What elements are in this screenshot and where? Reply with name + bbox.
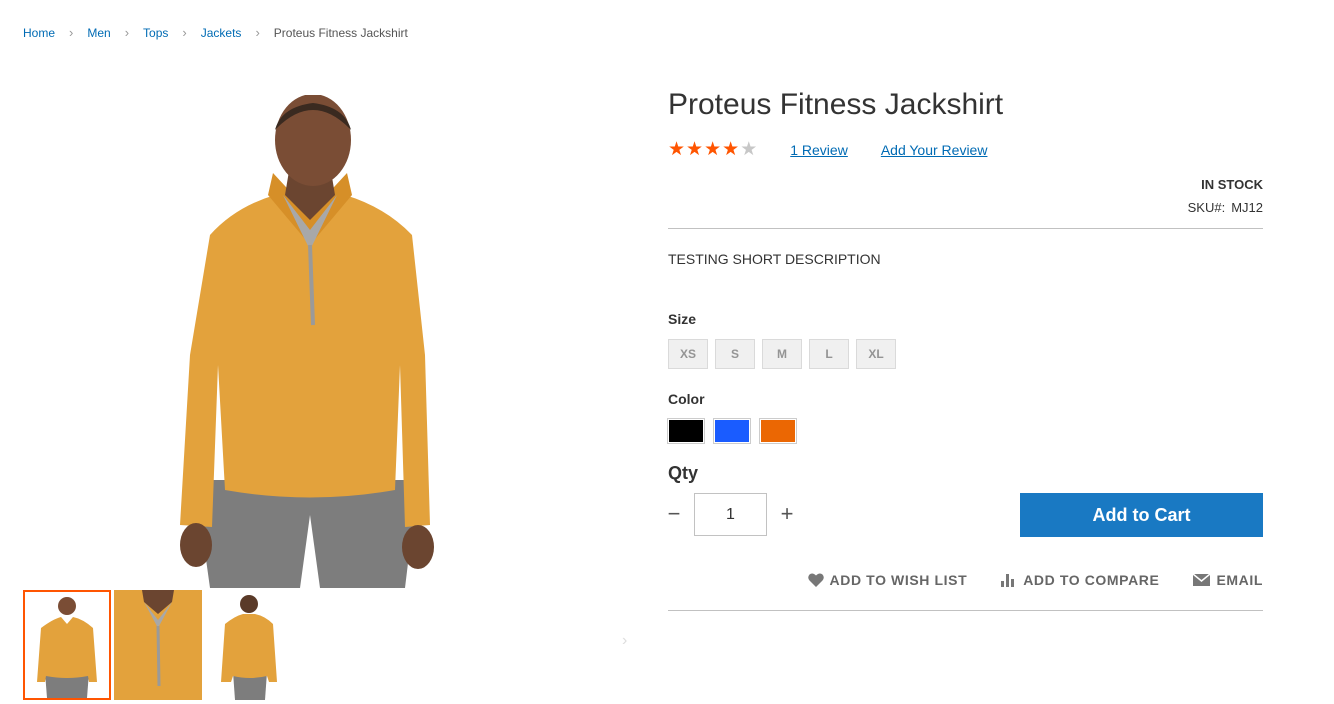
- product-rating: ★ ★ ★ ★ ★ 1 Review Add Your Review: [668, 140, 987, 160]
- star-filled-icon: ★: [704, 139, 722, 160]
- breadcrumb-jackets[interactable]: Jackets: [201, 26, 242, 40]
- size-option-s[interactable]: S: [715, 339, 755, 369]
- breadcrumb-separator-icon: ›: [182, 25, 187, 40]
- color-swatch-blue[interactable]: [713, 418, 751, 444]
- gallery-thumbnail[interactable]: [23, 590, 111, 700]
- color-swatch-black[interactable]: [667, 418, 705, 444]
- color-swatch-orange[interactable]: [759, 418, 797, 444]
- breadcrumb-separator-icon: ›: [255, 25, 260, 40]
- product-sku: SKU#: MJ12: [1188, 200, 1263, 215]
- gallery-thumbnails: [23, 590, 293, 700]
- sku-label: SKU#:: [1187, 200, 1226, 215]
- envelope-icon: [1193, 574, 1211, 586]
- size-options: XS S M L XL: [668, 339, 896, 369]
- size-label: Size: [668, 311, 697, 327]
- wishlist-label: ADD TO WISH LIST: [829, 572, 968, 588]
- add-to-compare-button[interactable]: ADD TO COMPARE: [1001, 572, 1159, 588]
- color-label: Color: [668, 391, 705, 407]
- size-option-l[interactable]: L: [809, 339, 849, 369]
- rating-stars: ★ ★ ★ ★ ★: [668, 140, 757, 160]
- product-title: Proteus Fitness Jackshirt: [668, 88, 1004, 121]
- gallery-next-arrow-icon[interactable]: ›: [622, 632, 627, 650]
- gallery-thumbnail[interactable]: [114, 590, 202, 700]
- star-empty-icon: ★: [740, 139, 758, 160]
- breadcrumb-separator-icon: ›: [69, 25, 74, 40]
- stock-status: IN STOCK: [1201, 177, 1263, 192]
- reviews-link[interactable]: 1 Review: [790, 142, 848, 158]
- email-label: EMAIL: [1216, 572, 1263, 588]
- qty-input[interactable]: [694, 493, 767, 536]
- star-filled-icon: ★: [668, 139, 686, 160]
- breadcrumb-home[interactable]: Home: [23, 26, 55, 40]
- size-option-xl[interactable]: XL: [856, 339, 896, 369]
- breadcrumb: Home › Men › Tops › Jackets › Proteus Fi…: [23, 25, 408, 40]
- star-filled-icon: ★: [722, 139, 740, 160]
- product-actions: ADD TO WISH LIST ADD TO COMPARE EMAIL: [807, 572, 1263, 588]
- gallery-thumbnail[interactable]: [205, 590, 293, 700]
- short-description: TESTING SHORT DESCRIPTION: [668, 251, 881, 267]
- add-review-link[interactable]: Add Your Review: [881, 142, 988, 158]
- color-options: [667, 418, 797, 444]
- breadcrumb-men[interactable]: Men: [87, 26, 110, 40]
- qty-decrease-button[interactable]: −: [664, 500, 684, 528]
- breadcrumb-tops[interactable]: Tops: [143, 26, 168, 40]
- compare-label: ADD TO COMPARE: [1023, 572, 1160, 588]
- qty-increase-button[interactable]: +: [777, 500, 797, 528]
- size-option-m[interactable]: M: [762, 339, 802, 369]
- add-to-cart-button[interactable]: Add to Cart: [1020, 493, 1263, 537]
- divider: [668, 228, 1263, 229]
- breadcrumb-separator-icon: ›: [124, 25, 130, 40]
- heart-icon: [807, 573, 824, 587]
- compare-chart-icon: [1001, 573, 1015, 587]
- star-filled-icon: ★: [686, 139, 704, 160]
- breadcrumb-current: Proteus Fitness Jackshirt: [273, 25, 408, 40]
- email-button[interactable]: EMAIL: [1193, 572, 1263, 588]
- qty-label: Qty: [668, 463, 699, 483]
- product-main-image[interactable]: [150, 94, 470, 588]
- sku-value: MJ12: [1231, 200, 1263, 215]
- divider: [668, 610, 1263, 611]
- add-to-wishlist-button[interactable]: ADD TO WISH LIST: [807, 572, 968, 588]
- size-option-xs[interactable]: XS: [668, 339, 708, 369]
